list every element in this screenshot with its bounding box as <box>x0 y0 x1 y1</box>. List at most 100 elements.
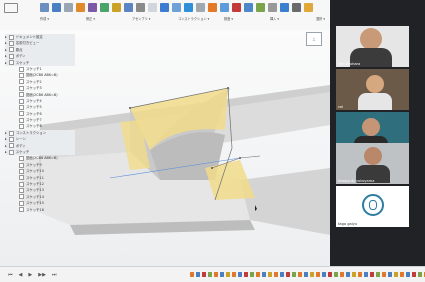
timeline-feature-icon[interactable] <box>208 272 212 277</box>
timeline-feature-icon[interactable] <box>322 272 326 277</box>
timeline-feature-icon[interactable] <box>250 272 254 277</box>
toolbar-tool-icon[interactable] <box>280 3 289 12</box>
timeline-feature-icon[interactable] <box>328 272 332 277</box>
sketch-point[interactable] <box>211 167 213 169</box>
toolbar-tool-icon[interactable] <box>196 3 205 12</box>
timeline-feature-icon[interactable] <box>268 272 272 277</box>
timeline-control-button[interactable]: ⏭ <box>52 272 57 278</box>
participant-name: tago gaiyu <box>338 222 358 226</box>
toolbar-tool-icon[interactable] <box>292 3 301 12</box>
timeline-feature-icon[interactable] <box>364 272 368 277</box>
workspace-switcher-icon[interactable] <box>4 3 18 13</box>
timeline-feature-icon[interactable] <box>196 272 200 277</box>
timeline-feature-icon[interactable] <box>412 272 416 277</box>
toolbar-tool-icon[interactable] <box>184 3 193 12</box>
sketch-icon <box>19 117 24 123</box>
timeline-feature-icon[interactable] <box>262 272 266 277</box>
browser-item[interactable]: スケッチ16 <box>5 207 75 213</box>
toolbar-tool-icon[interactable] <box>268 3 277 12</box>
avatar-spiral-icon <box>369 200 377 210</box>
toolbar-tool-icon[interactable] <box>160 3 169 12</box>
timeline-features <box>190 272 425 277</box>
timeline-feature-icon[interactable] <box>352 272 356 277</box>
timeline-feature-icon[interactable] <box>334 272 338 277</box>
folder-icon <box>8 41 14 47</box>
timeline-feature-icon[interactable] <box>226 272 230 277</box>
timeline-control-button[interactable]: ▶▶ <box>38 272 46 278</box>
timeline-control-button[interactable]: ◀ <box>19 272 23 278</box>
toolbar-tool-icon[interactable] <box>172 3 181 12</box>
toolbar-tool-icon[interactable] <box>244 3 253 12</box>
toolbar-tool-icon[interactable] <box>124 3 133 12</box>
timeline-controls: ⏮ ◀ ▶ ▶▶ ⏭ <box>8 272 56 278</box>
timeline-feature-icon[interactable] <box>244 272 248 277</box>
timeline-feature-icon[interactable] <box>358 272 362 277</box>
participant-tile[interactable]: cel <box>336 69 409 110</box>
participant-tile[interactable]: tago gaiyu <box>336 186 409 227</box>
timeline-feature-icon[interactable] <box>376 272 380 277</box>
toolbar-tool-icon[interactable] <box>148 3 157 12</box>
toolbar-tool-icon[interactable] <box>256 3 265 12</box>
toolbar: 作成 ▾ 修正 ▾ アセンブリ ▾ コンストラクション ▾ 検査 ▾ 挿入 ▾ 選択 ▾ <box>0 0 330 31</box>
timeline-feature-icon[interactable] <box>316 272 320 277</box>
timeline-feature-icon[interactable] <box>292 272 296 277</box>
toolbar-tool-icon[interactable] <box>208 3 217 12</box>
timeline-feature-icon[interactable] <box>382 272 386 277</box>
timeline-feature-icon[interactable] <box>370 272 374 277</box>
expand-arrow-icon[interactable]: ▸ <box>5 60 7 66</box>
browser-item-label: スケッチ16 <box>26 207 44 212</box>
toolbar-tool-icon[interactable] <box>52 3 61 12</box>
timeline-feature-icon[interactable] <box>214 272 218 277</box>
toolbar-tool-icon[interactable] <box>112 3 121 12</box>
sketch-icon <box>19 85 24 91</box>
toolbar-menu[interactable]: 挿入 ▾ <box>270 16 316 21</box>
timeline-feature-icon[interactable] <box>298 272 302 277</box>
sketch-point[interactable] <box>239 157 241 159</box>
timeline-feature-icon[interactable] <box>418 272 422 277</box>
toolbar-tool-icon[interactable] <box>40 3 49 12</box>
timeline-feature-icon[interactable] <box>406 272 410 277</box>
toolbar-menu[interactable]: 修正 ▾ <box>86 16 132 21</box>
timeline-feature-icon[interactable] <box>304 272 308 277</box>
toolbar-tool-icon[interactable] <box>88 3 97 12</box>
timeline-feature-icon[interactable] <box>346 272 350 277</box>
toolbar-tool-icon[interactable] <box>304 3 313 12</box>
toolbar-tool-icon[interactable] <box>232 3 241 12</box>
timeline-feature-icon[interactable] <box>286 272 290 277</box>
toolbar-tool-icon[interactable] <box>136 3 145 12</box>
timeline-feature-icon[interactable] <box>220 272 224 277</box>
timeline-feature-icon[interactable] <box>400 272 404 277</box>
toolbar-tool-icon[interactable] <box>220 3 229 12</box>
view-cube[interactable]: 上 <box>306 32 322 46</box>
timeline-feature-icon[interactable] <box>256 272 260 277</box>
sketch-icon <box>19 175 24 181</box>
folder-icon <box>8 47 14 53</box>
sketch-point[interactable] <box>129 107 131 109</box>
toolbar-menu[interactable]: コンストラクション ▾ <box>178 16 224 21</box>
timeline-feature-icon[interactable] <box>274 272 278 277</box>
timeline-feature-icon[interactable] <box>202 272 206 277</box>
toolbar-menu[interactable]: アセンブリ ▾ <box>132 16 178 21</box>
toolbar-menu[interactable]: 検査 ▾ <box>224 16 270 21</box>
timeline-feature-icon[interactable] <box>232 272 236 277</box>
timeline-feature-icon[interactable] <box>340 272 344 277</box>
toolbar-menu[interactable]: 作成 ▾ <box>40 16 86 21</box>
timeline-feature-icon[interactable] <box>394 272 398 277</box>
timeline-control-button[interactable]: ▶ <box>28 272 32 278</box>
timeline-feature-icon[interactable] <box>310 272 314 277</box>
timeline-feature-icon[interactable] <box>388 272 392 277</box>
participant-tile[interactable]: Yuri Uruhara <box>336 26 409 67</box>
timeline-feature-icon[interactable] <box>190 272 194 277</box>
participant-tile[interactable]: tomoyuki yokoyama <box>336 143 409 184</box>
timeline-control-button[interactable]: ⏮ <box>8 272 13 278</box>
folder-icon <box>8 60 14 66</box>
toolbar-tool-icon[interactable] <box>76 3 85 12</box>
sketch-point[interactable] <box>227 87 229 89</box>
timeline-feature-icon[interactable] <box>280 272 284 277</box>
sketch-icon <box>19 200 24 206</box>
toolbar-tool-icon[interactable] <box>100 3 109 12</box>
sketch-icon <box>19 124 24 130</box>
toolbar-tool-icon[interactable] <box>64 3 73 12</box>
timeline-feature-icon[interactable] <box>238 272 242 277</box>
expand-arrow-icon[interactable]: ▸ <box>5 149 7 155</box>
